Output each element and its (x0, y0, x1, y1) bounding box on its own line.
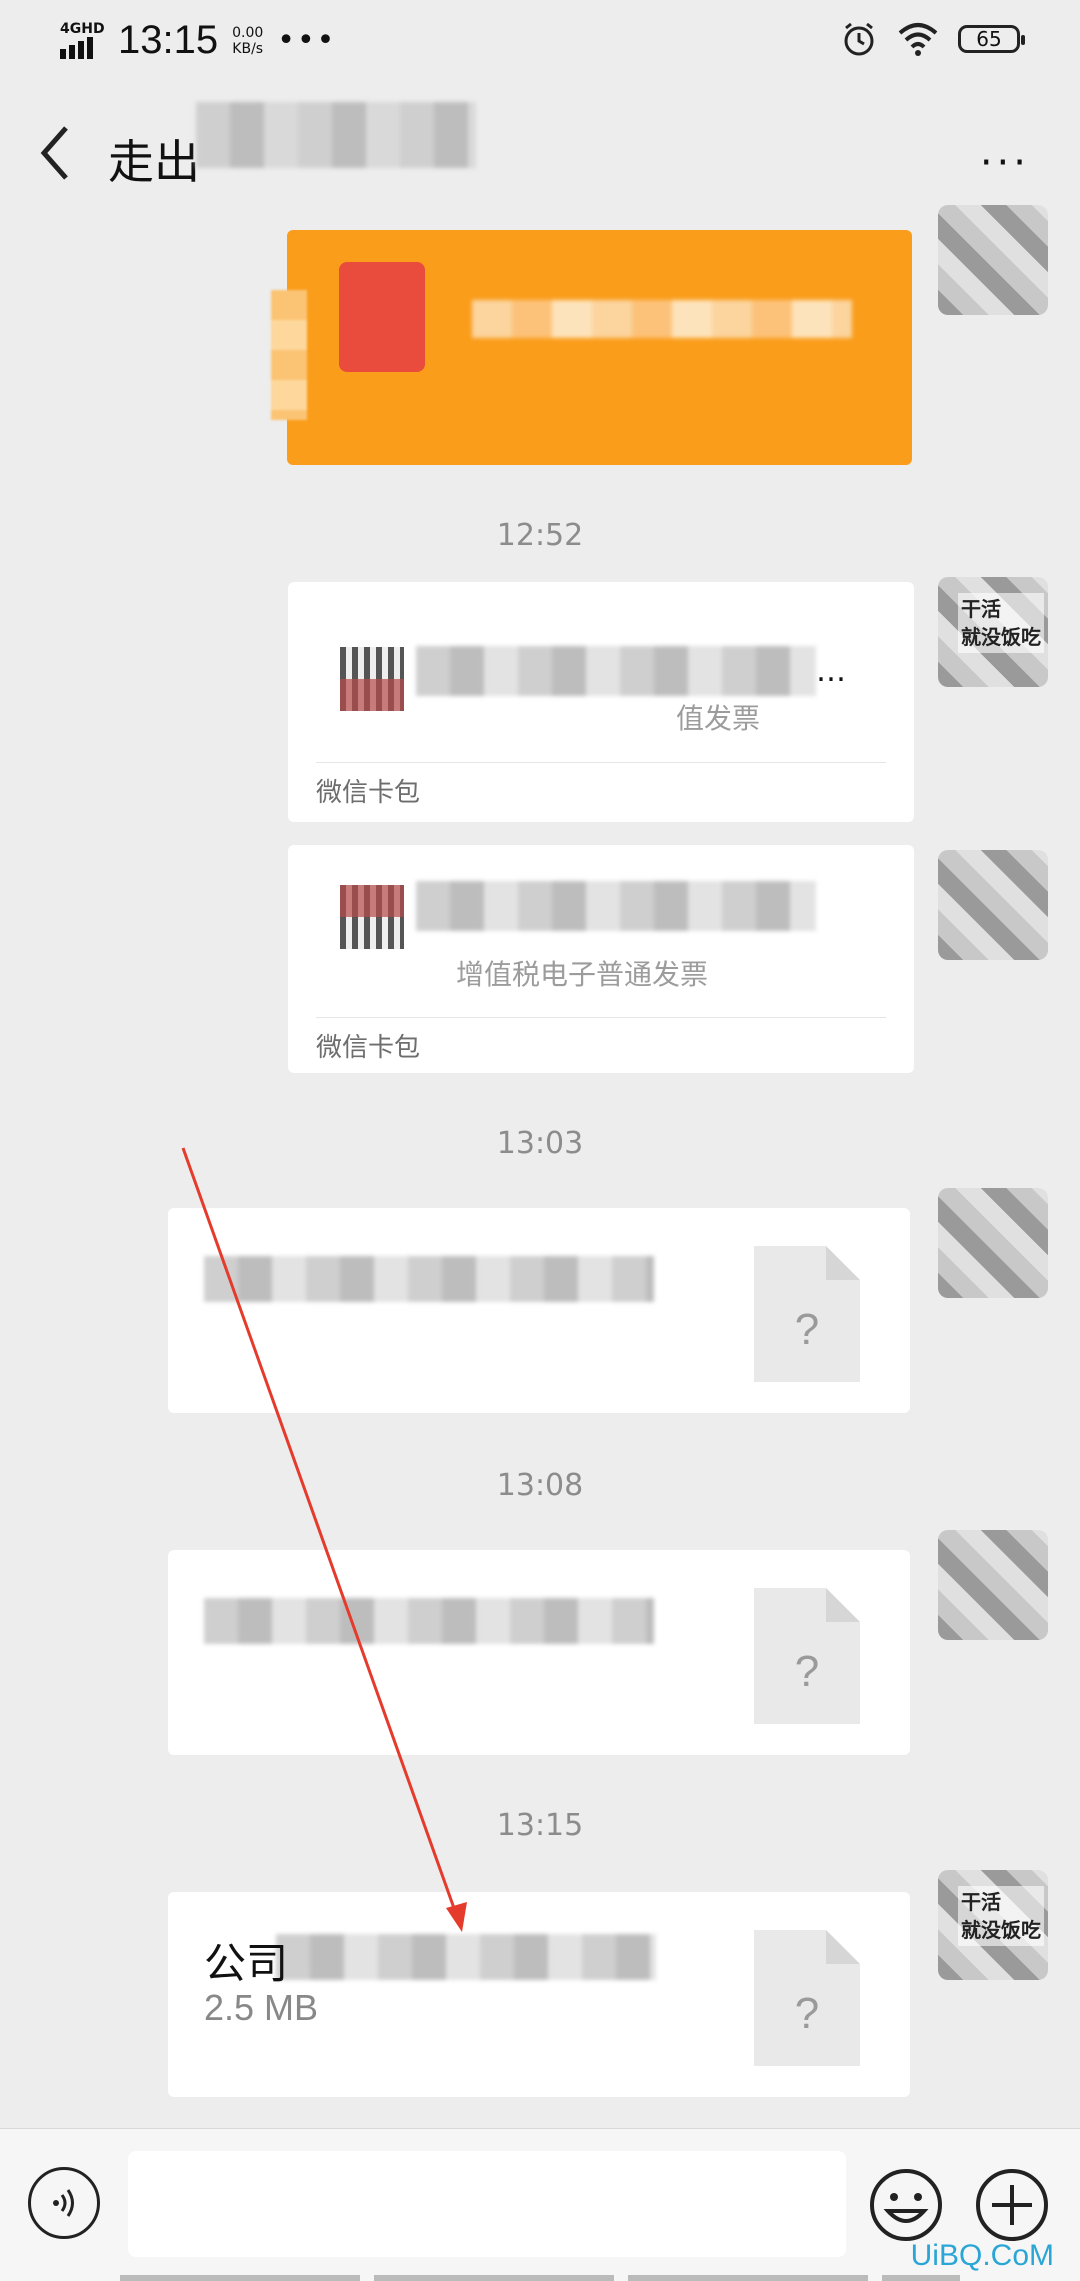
invoice-thumbnail (340, 647, 404, 711)
timestamp: 13:03 (496, 1126, 584, 1161)
file-name-redaction (276, 1934, 656, 1980)
avatar[interactable]: 干活 就没饭吃 (938, 1870, 1048, 1980)
voice-icon[interactable] (28, 2167, 100, 2239)
status-bar: 4GHD 13:15 0.00 KB/s ••• 65 (0, 0, 1080, 80)
file-message[interactable]: ? (168, 1208, 910, 1413)
file-message[interactable]: 公司 2.5 MB ? (168, 1892, 910, 2097)
message-input[interactable] (128, 2151, 846, 2257)
input-bar: UiBQ.CoM (0, 2128, 1080, 2281)
red-packet-message[interactable] (271, 230, 912, 465)
avatar[interactable] (938, 1188, 1048, 1298)
invoice-source: 微信卡包 (316, 778, 421, 808)
invoice-subtitle: 增值税电子普通发票 (456, 958, 709, 991)
signal-icon: 4GHD (58, 21, 105, 61)
invoice-card[interactable]: 增值税电子普通发票 微信卡包 (288, 845, 914, 1073)
status-more-dots: ••• (277, 23, 337, 58)
emoji-icon[interactable] (868, 2167, 944, 2243)
wifi-icon (898, 23, 938, 56)
plus-icon[interactable] (974, 2167, 1050, 2243)
file-name: 公司 (204, 1939, 289, 1988)
avatar-text: 干活 就没饭吃 (958, 593, 1044, 653)
red-packet-text-redaction (472, 300, 852, 338)
chat-header: 走出 ··· (0, 80, 1080, 220)
invoice-subtitle: 值发票 (676, 702, 761, 735)
alarm-icon (844, 22, 874, 56)
invoice-thumbnail (340, 885, 404, 949)
avatar[interactable]: 干活 就没饭吃 (938, 577, 1048, 687)
avatar[interactable] (938, 1530, 1048, 1640)
red-packet-icon (339, 262, 425, 372)
file-name-redaction (204, 1256, 654, 1302)
keyboard-strip (120, 2275, 960, 2281)
battery-icon: 65 (958, 25, 1025, 53)
file-message[interactable]: ? (168, 1550, 910, 1755)
avatar[interactable] (938, 205, 1048, 315)
watermark: UiBQ.CoM (910, 2239, 1054, 2272)
status-time: 13:15 (118, 18, 219, 62)
unknown-file-icon: ? (754, 1588, 860, 1724)
file-size: 2.5 MB (204, 1987, 319, 2028)
more-options-icon[interactable]: ··· (980, 140, 1030, 186)
unknown-file-icon: ? (754, 1246, 860, 1382)
avatar-text: 干活 就没饭吃 (958, 1886, 1044, 1946)
timestamp: 13:15 (496, 1808, 584, 1843)
divider (316, 762, 886, 763)
timestamp: 13:08 (496, 1468, 584, 1503)
invoice-title-redaction (416, 881, 816, 931)
title-redaction (196, 102, 476, 168)
timestamp: 12:52 (496, 518, 584, 553)
redaction-strip (271, 290, 307, 420)
back-icon[interactable] (30, 118, 80, 188)
chat-title: 走出 (108, 135, 200, 189)
svg-text:?: ? (795, 1989, 819, 2038)
file-name-redaction (204, 1598, 654, 1644)
invoice-card[interactable]: … 值发票 微信卡包 (288, 582, 914, 822)
invoice-title-redaction (416, 646, 816, 696)
unknown-file-icon: ? (754, 1930, 860, 2066)
avatar[interactable] (938, 850, 1048, 960)
svg-text:?: ? (795, 1305, 819, 1354)
invoice-source: 微信卡包 (316, 1033, 421, 1063)
svg-text:?: ? (795, 1647, 819, 1696)
divider (316, 1017, 886, 1018)
network-speed: 0.00 KB/s (232, 24, 264, 57)
